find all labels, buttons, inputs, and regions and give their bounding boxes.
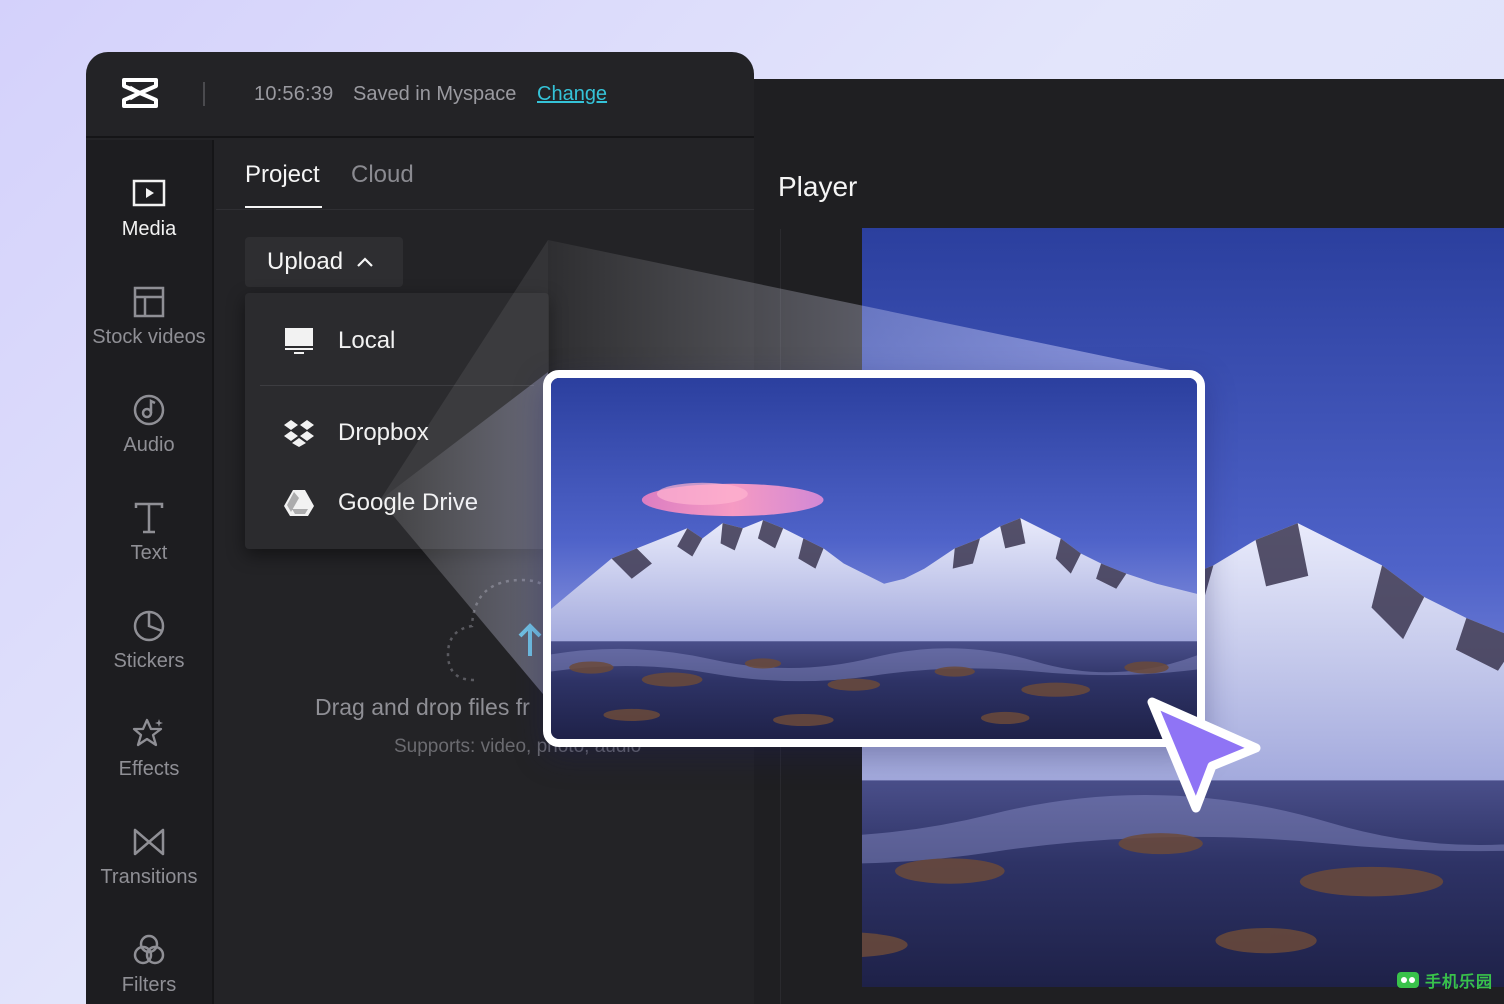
save-time: 10:56:39 [254, 83, 334, 105]
save-status: Saved in Myspace [353, 83, 517, 105]
upload-menu-item-google-drive[interactable]: Google Drive [245, 475, 549, 531]
sidebar-item-stickers[interactable]: Stickers [86, 608, 212, 698]
sidebar-item-label: Audio [123, 434, 175, 456]
transitions-icon [131, 824, 167, 860]
sidebar-item-label: Transitions [100, 866, 198, 888]
upload-menu-item-local[interactable]: Local [245, 313, 549, 369]
effects-icon [131, 716, 167, 752]
sidebar-item-label: Filters [121, 974, 177, 996]
menu-divider [260, 385, 534, 386]
upload-menu-item-dropbox[interactable]: Dropbox [245, 405, 549, 461]
sidebar-item-audio[interactable]: Audio [86, 392, 212, 482]
cursor-pointer-icon [1147, 697, 1261, 813]
sidebar-item-text[interactable]: Text [86, 500, 212, 590]
active-tab-indicator [245, 206, 322, 208]
watermark-text: 手机乐园 [1425, 974, 1494, 991]
topbar-divider [203, 82, 205, 106]
sidebar-item-label: Text [130, 542, 168, 564]
sidebar: Media Stock videos Audio Text Stickers E… [86, 140, 214, 1004]
media-icon [131, 176, 167, 212]
sidebar-item-label: Stickers [113, 650, 185, 672]
upload-menu: Local Dropbox Google Drive [245, 293, 549, 549]
upload-menu-item-label: Google Drive [338, 489, 479, 516]
upload-button-label: Upload [267, 248, 344, 275]
sidebar-item-label: Stock videos [92, 326, 206, 348]
sidebar-item-label: Effects [118, 758, 180, 780]
sidebar-item-filters[interactable]: Filters [86, 932, 212, 1004]
top-bar: 10:56:39 Saved in Myspace Change [86, 52, 754, 138]
sidebar-item-stock-videos[interactable]: Stock videos [86, 284, 212, 374]
google-drive-icon [283, 487, 315, 519]
sidebar-item-transitions[interactable]: Transitions [86, 824, 212, 914]
monitor-icon [283, 325, 315, 357]
sidebar-item-media[interactable]: Media [86, 176, 212, 266]
sidebar-item-effects[interactable]: Effects [86, 716, 212, 806]
chevron-up-icon [357, 257, 373, 267]
watermark-logo-icon [1397, 972, 1419, 988]
player-title: Player [778, 171, 858, 202]
dropzone-text: Drag and drop files fr [315, 694, 530, 720]
watermark: 手机乐园 [1395, 964, 1495, 996]
upload-button[interactable]: Upload [245, 237, 403, 287]
change-location-link[interactable]: Change [537, 83, 607, 106]
upload-menu-item-label: Local [338, 327, 396, 354]
filters-icon [131, 932, 167, 968]
stickers-icon [131, 608, 167, 644]
text-icon [131, 500, 167, 536]
upload-menu-item-label: Dropbox [338, 419, 429, 446]
sidebar-item-label: Media [121, 218, 177, 240]
audio-icon [131, 392, 167, 428]
stock-videos-icon [131, 284, 167, 320]
tab-project[interactable]: Project [245, 161, 320, 189]
capcut-logo-icon [122, 78, 158, 108]
dragged-media-preview[interactable] [543, 370, 1205, 747]
dropbox-icon [283, 417, 315, 449]
tab-cloud[interactable]: Cloud [351, 161, 414, 189]
